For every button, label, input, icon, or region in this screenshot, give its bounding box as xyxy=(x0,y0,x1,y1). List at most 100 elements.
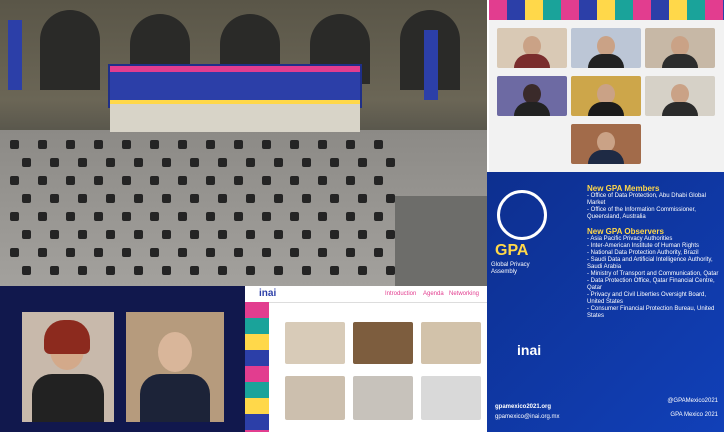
chair xyxy=(218,266,227,275)
chair xyxy=(234,212,243,221)
members-title: New GPA Members xyxy=(587,184,660,193)
chair xyxy=(150,248,159,257)
chair xyxy=(162,230,171,239)
chair xyxy=(22,194,31,203)
chair xyxy=(134,158,143,167)
observer-item: - Inter-American Institute of Human Righ… xyxy=(587,243,700,249)
gpa-slide: GPA Global Privacy Assembly inai gpamexi… xyxy=(487,172,724,432)
video-call-grid xyxy=(489,0,724,172)
site-url: gpamexico2021.org xyxy=(495,404,552,410)
nav-introduction[interactable]: Introduction xyxy=(385,291,416,298)
nav-networking[interactable]: Networking xyxy=(449,291,479,298)
chair xyxy=(94,212,103,221)
chair xyxy=(190,266,199,275)
chair xyxy=(274,158,283,167)
chair xyxy=(178,212,187,221)
chair xyxy=(50,266,59,275)
members-block: New GPA Members - Office of Data Protect… xyxy=(587,184,719,320)
speaker-video-call xyxy=(0,286,245,432)
globe-icon xyxy=(497,190,547,240)
participant-tile xyxy=(571,76,641,116)
chair xyxy=(218,194,227,203)
chair xyxy=(290,212,299,221)
chair xyxy=(134,266,143,275)
chair xyxy=(162,158,171,167)
observer-item: - Privacy and Civil Liberties Oversight … xyxy=(587,292,707,305)
participant-tile xyxy=(285,376,345,420)
chair xyxy=(50,158,59,167)
chair xyxy=(206,212,215,221)
floor-wall xyxy=(395,196,487,286)
chair xyxy=(246,266,255,275)
inai-logo: inai xyxy=(259,288,277,299)
chair xyxy=(234,248,243,257)
chair xyxy=(386,266,395,275)
arch xyxy=(40,10,100,90)
chair xyxy=(78,194,87,203)
chair xyxy=(38,212,47,221)
chair xyxy=(246,230,255,239)
chair xyxy=(106,266,115,275)
chair xyxy=(206,248,215,257)
chair xyxy=(178,140,187,149)
chair xyxy=(122,140,131,149)
chair xyxy=(346,140,355,149)
chair xyxy=(122,212,131,221)
chair xyxy=(386,230,395,239)
observer-item: - Ministry of Transport and Communicatio… xyxy=(587,271,719,277)
chair xyxy=(346,176,355,185)
chair xyxy=(274,230,283,239)
chair xyxy=(330,230,339,239)
chair xyxy=(190,230,199,239)
chair xyxy=(218,230,227,239)
chair xyxy=(122,248,131,257)
chair xyxy=(190,194,199,203)
chair xyxy=(206,176,215,185)
chair xyxy=(10,212,19,221)
chair xyxy=(262,212,271,221)
chair xyxy=(374,176,383,185)
webinar-header: inai Introduction Agenda Networking xyxy=(245,286,487,303)
chair xyxy=(10,140,19,149)
participant-tile xyxy=(353,376,413,420)
chair xyxy=(66,140,75,149)
chair xyxy=(290,176,299,185)
member-item: - Office of Data Protection, Abu Dhabi G… xyxy=(587,193,706,206)
chair xyxy=(302,266,311,275)
chair xyxy=(50,230,59,239)
nav-agenda[interactable]: Agenda xyxy=(423,291,444,298)
chair xyxy=(150,140,159,149)
chair xyxy=(22,266,31,275)
chair xyxy=(374,140,383,149)
chair xyxy=(38,248,47,257)
chair xyxy=(274,194,283,203)
gpa-logo-text: GPA xyxy=(495,242,529,259)
stage xyxy=(108,64,362,108)
chair xyxy=(66,176,75,185)
chair xyxy=(234,140,243,149)
chair xyxy=(358,230,367,239)
chair xyxy=(94,248,103,257)
chair xyxy=(262,176,271,185)
chair xyxy=(38,140,47,149)
banner xyxy=(424,30,438,100)
participant-tile xyxy=(421,376,481,420)
chair xyxy=(78,266,87,275)
chair xyxy=(358,266,367,275)
chair xyxy=(346,248,355,257)
chair xyxy=(358,194,367,203)
chair xyxy=(10,176,19,185)
member-item: - Office of the Information Commissioner… xyxy=(587,207,696,220)
chair xyxy=(302,194,311,203)
chair xyxy=(38,176,47,185)
chair xyxy=(330,266,339,275)
chair xyxy=(122,176,131,185)
stage-front xyxy=(110,104,360,132)
chair xyxy=(386,158,395,167)
observers-title: New GPA Observers xyxy=(587,227,664,236)
chair xyxy=(106,158,115,167)
chair xyxy=(274,266,283,275)
participant-tile xyxy=(353,322,413,364)
chair xyxy=(290,248,299,257)
pattern-banner xyxy=(489,0,724,20)
